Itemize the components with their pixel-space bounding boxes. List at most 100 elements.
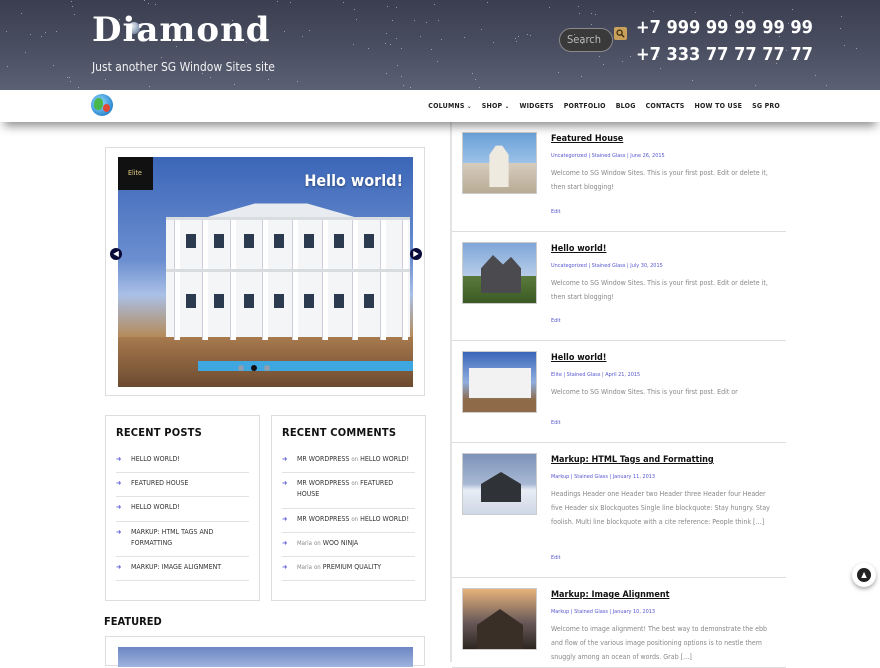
star-decoration — [386, 73, 387, 74]
nav-menu: COLUMNS ⌄ SHOP ⌄ WIDGETS PORTFOLIO BLOG … — [428, 90, 780, 122]
slide-image-window — [186, 294, 196, 308]
comment-author[interactable]: Maria — [297, 540, 312, 547]
globe-logo-icon[interactable] — [91, 94, 113, 116]
slide-image-window — [244, 294, 254, 308]
nav-item-columns[interactable]: COLUMNS ⌄ — [428, 102, 471, 110]
comment-post-link[interactable]: PREMIUM QUALITY — [323, 563, 381, 571]
post-title[interactable]: Featured House — [551, 134, 623, 144]
post-thumbnail[interactable] — [462, 588, 537, 650]
star-decoration — [144, 0, 145, 1]
post-thumbnail[interactable] — [462, 242, 537, 304]
recent-post-link[interactable]: ➜ MARKUP: IMAGE ALIGNMENT — [116, 557, 249, 582]
recent-comment[interactable]: ➜ MR WORDPRESS on HELLO WORLD! — [282, 509, 415, 533]
slide-image-column — [352, 220, 358, 340]
search-input[interactable]: Search — [559, 28, 613, 52]
slider-dot[interactable] — [251, 365, 257, 371]
nav-item-sg-pro[interactable]: SG PRO — [752, 102, 780, 110]
arrow-right-icon: ➜ — [282, 479, 288, 488]
star-decoration — [779, 36, 780, 37]
post-meta[interactable]: Markup | Stained Glass | January 11, 201… — [551, 474, 655, 480]
star-decoration — [176, 46, 177, 47]
site-title[interactable]: Diamond — [92, 10, 271, 50]
slider-dot[interactable] — [264, 365, 270, 371]
star-decoration — [426, 22, 427, 23]
recent-post-title: HELLO WORLD! — [131, 455, 180, 463]
comment-post-link[interactable]: HELLO WORLD! — [360, 455, 409, 463]
recent-post-title: MARKUP: IMAGE ALIGNMENT — [131, 562, 222, 571]
post-edit-link[interactable]: Edit — [551, 555, 561, 561]
post-meta[interactable]: Uncategorized | Stained Glass | June 26,… — [551, 153, 665, 159]
post-meta[interactable]: Elite | Stained Glass | April 21, 2015 — [551, 372, 640, 378]
slide-image-window — [274, 234, 284, 248]
comment-author[interactable]: MR WORDPRESS — [297, 455, 349, 463]
recent-post-link[interactable]: ➜ HELLO WORLD! — [116, 449, 249, 474]
comment-author[interactable]: MR WORDPRESS — [297, 515, 349, 523]
star-decoration — [410, 87, 411, 88]
nav-item-shop[interactable]: SHOP ⌄ — [482, 102, 510, 110]
post-edit-link[interactable]: Edit — [551, 318, 561, 324]
star-decoration — [574, 34, 575, 35]
star-decoration — [591, 13, 592, 14]
featured-image[interactable] — [118, 647, 413, 667]
post-thumbnail[interactable] — [462, 453, 537, 515]
comment-author[interactable]: MR WORDPRESS — [297, 479, 349, 487]
star-decoration — [7, 66, 8, 67]
star-decoration — [403, 85, 404, 86]
star-decoration — [797, 59, 798, 60]
post-meta[interactable]: Markup | Stained Glass | January 10, 201… — [551, 609, 655, 615]
post-title[interactable]: Hello world! — [551, 353, 607, 363]
nav-item-how-to-use[interactable]: HOW TO USE — [695, 102, 743, 110]
comment-on-label: on — [351, 480, 359, 488]
nav-item-portfolio[interactable]: PORTFOLIO — [564, 102, 606, 110]
star-decoration — [202, 26, 203, 27]
star-decoration — [622, 61, 623, 62]
post-title[interactable]: Hello world! — [551, 244, 607, 254]
post-thumbnail[interactable] — [462, 132, 537, 194]
comment-on-label: on — [314, 539, 321, 547]
nav-item-widgets[interactable]: WIDGETS — [519, 102, 553, 110]
search-icon — [616, 29, 625, 38]
post-thumbnail[interactable] — [462, 351, 537, 413]
star-decoration — [235, 31, 236, 32]
star-decoration — [45, 32, 46, 33]
recent-comment[interactable]: ➜ MR WORDPRESS on FEATURED HOUSE — [282, 473, 415, 509]
search-button[interactable] — [614, 27, 627, 40]
post-title[interactable]: Markup: HTML Tags and Formatting — [551, 455, 714, 465]
nav-item-contacts[interactable]: CONTACTS — [646, 102, 685, 110]
star-decoration — [549, 7, 550, 8]
comment-author[interactable]: Maria — [297, 564, 312, 571]
scroll-to-top-button[interactable]: ▲ — [852, 563, 876, 587]
slide-image-column — [174, 220, 180, 340]
star-decoration — [434, 4, 435, 5]
recent-comments-widget: RECENT COMMENTS ➜ MR WORDPRESS on HELLO W… — [271, 415, 426, 601]
star-decoration — [438, 20, 439, 21]
post-meta[interactable]: Uncategorized | Stained Glass | July 30,… — [551, 263, 663, 269]
recent-post-link[interactable]: ➜ FEATURED HOUSE — [116, 473, 249, 498]
comment-post-link[interactable]: WOO NINJA — [323, 539, 358, 547]
star-decoration — [401, 48, 402, 49]
slider-next-arrow-icon[interactable]: ▶ — [410, 248, 422, 260]
recent-comment[interactable]: ➜ Maria on WOO NINJA — [282, 533, 415, 557]
post-edit-link[interactable]: Edit — [551, 420, 561, 426]
slider-prev-arrow-icon[interactable]: ◀ — [110, 248, 122, 260]
recent-comment[interactable]: ➜ MR WORDPRESS on HELLO WORLD! — [282, 449, 415, 474]
recent-post-link[interactable]: ➜ HELLO WORLD! — [116, 497, 249, 522]
recent-comment[interactable]: ➜ Maria on PREMIUM QUALITY — [282, 557, 415, 582]
star-decoration — [479, 87, 480, 88]
post-edit-link[interactable]: Edit — [551, 209, 561, 215]
star-decoration — [397, 65, 398, 66]
star-decoration — [595, 14, 596, 15]
recent-post-link[interactable]: ➜ MARKUP: HTML TAGS AND FORMATTING — [116, 522, 249, 557]
post-entry: Featured House Uncategorized | Stained Gl… — [452, 122, 786, 232]
slide-category-tag[interactable]: Elite — [118, 157, 153, 190]
comment-post-link[interactable]: HELLO WORLD! — [360, 515, 409, 523]
slide-title[interactable]: Hello world! — [304, 171, 403, 190]
phone-number-2: +7 333 77 77 77 77 — [636, 44, 813, 65]
star-decoration — [119, 19, 120, 20]
post-title[interactable]: Markup: Image Alignment — [551, 590, 669, 600]
nav-item-blog[interactable]: BLOG — [616, 102, 636, 110]
featured-slider[interactable]: Elite Hello world! — [118, 157, 413, 387]
star-decoration — [70, 81, 71, 82]
star-decoration — [356, 19, 357, 20]
slider-dot[interactable] — [238, 365, 244, 371]
